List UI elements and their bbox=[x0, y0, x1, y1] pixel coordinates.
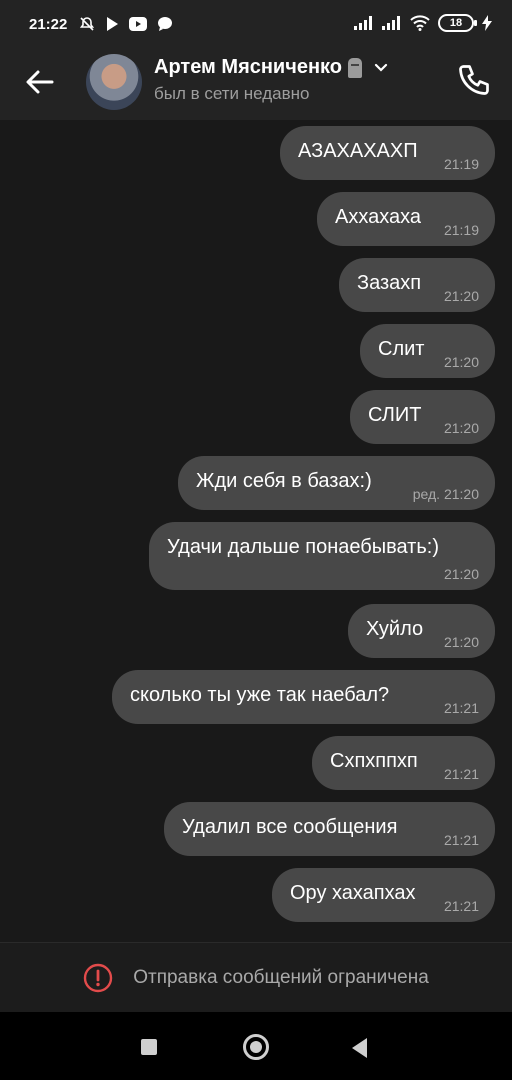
message-text: Слит bbox=[378, 338, 425, 360]
message-time: 21:21 bbox=[443, 898, 479, 914]
message-time: 21:21 bbox=[443, 700, 479, 716]
wifi-icon bbox=[410, 15, 430, 31]
recents-button[interactable] bbox=[141, 1039, 157, 1055]
signal-icon bbox=[354, 16, 372, 30]
message-bubble[interactable]: Хуйло 21:20 bbox=[348, 604, 495, 658]
message-bubble[interactable]: сколько ты уже так наебал? 21:21 bbox=[112, 670, 495, 724]
messaging-restricted-bar: Отправка сообщений ограничена bbox=[0, 942, 512, 1013]
message-time: 21:20 bbox=[443, 420, 479, 436]
back-arrow-icon[interactable] bbox=[24, 66, 56, 98]
navigation-bar bbox=[0, 1012, 512, 1080]
message-bubble[interactable]: АЗАХАХАХП 21:19 bbox=[280, 126, 495, 180]
message-text: АЗАХАХАХП bbox=[298, 140, 418, 162]
status-time: 21:22 bbox=[29, 15, 68, 33]
message-text: Ору хахапхах bbox=[290, 882, 416, 904]
message-bubble[interactable]: Ору хахапхах 21:21 bbox=[272, 868, 495, 922]
message-time: 21:21 bbox=[443, 766, 479, 782]
phone-call-icon[interactable] bbox=[456, 62, 492, 98]
mute-icon bbox=[80, 17, 95, 31]
message-time: 21:20 bbox=[443, 566, 479, 582]
youtube-icon bbox=[129, 17, 148, 31]
avatar[interactable] bbox=[86, 54, 142, 110]
message-time: 21:21 bbox=[443, 832, 479, 848]
warning-icon bbox=[84, 963, 113, 993]
message-list[interactable]: АЗАХАХАХП 21:19 Аххахаха 21:19 Зазахп 21… bbox=[0, 120, 512, 942]
message-text: сколько ты уже так наебал? bbox=[130, 684, 390, 706]
message-time: 21:19 bbox=[443, 156, 479, 172]
message-time: 21:19 bbox=[443, 222, 479, 238]
message-bubble[interactable]: СЛИТ 21:20 bbox=[350, 390, 495, 444]
system-back-button[interactable] bbox=[352, 1038, 367, 1058]
chat-header: Артем Мясниченко был в сети недавно bbox=[0, 48, 512, 120]
message-bubble[interactable]: Зазахп 21:20 bbox=[339, 258, 495, 312]
message-time: 21:20 bbox=[443, 288, 479, 304]
restricted-notice-text: Отправка сообщений ограничена bbox=[133, 967, 429, 988]
last-seen-status: был в сети недавно bbox=[154, 84, 310, 103]
message-text: Удачи дальше понаебывать:) bbox=[167, 536, 439, 558]
status-bar: 21:22 18 bbox=[0, 0, 512, 48]
message-bubble[interactable]: Схпхппхп 21:21 bbox=[312, 736, 495, 790]
message-text: СЛИТ bbox=[368, 404, 422, 426]
play-icon bbox=[107, 17, 119, 31]
message-text: Схпхппхп bbox=[330, 750, 418, 772]
message-bubble[interactable]: Слит 21:20 bbox=[360, 324, 495, 378]
moai-emoji-icon bbox=[348, 57, 363, 78]
message-text: Зазахп bbox=[357, 272, 422, 294]
contact-info[interactable]: Артем Мясниченко был в сети недавно bbox=[154, 56, 388, 104]
message-bubble[interactable]: Удалил все сообщения 21:21 bbox=[164, 802, 495, 856]
message-text: Жди себя в базах:) bbox=[196, 470, 372, 492]
message-bubble[interactable]: Жди себя в базах:) ред. 21:20 bbox=[178, 456, 495, 510]
chevron-down-icon[interactable] bbox=[374, 61, 388, 75]
message-bubble[interactable]: Удачи дальше понаебывать:) 21:20 bbox=[149, 522, 495, 590]
charging-icon bbox=[482, 15, 492, 31]
chat-icon bbox=[158, 17, 173, 31]
message-bubble[interactable]: Аххахаха 21:19 bbox=[317, 192, 495, 246]
message-text: Аххахаха bbox=[335, 206, 422, 228]
message-text: Хуйло bbox=[366, 618, 424, 640]
battery-icon: 18 bbox=[438, 14, 477, 32]
message-text: Удалил все сообщения bbox=[182, 816, 398, 838]
message-time: ред. 21:20 bbox=[412, 486, 479, 502]
signal-icon bbox=[382, 16, 400, 30]
message-time: 21:20 bbox=[443, 354, 479, 370]
contact-name: Артем Мясниченко bbox=[154, 56, 343, 78]
home-button[interactable] bbox=[243, 1034, 269, 1060]
message-time: 21:20 bbox=[443, 634, 479, 650]
